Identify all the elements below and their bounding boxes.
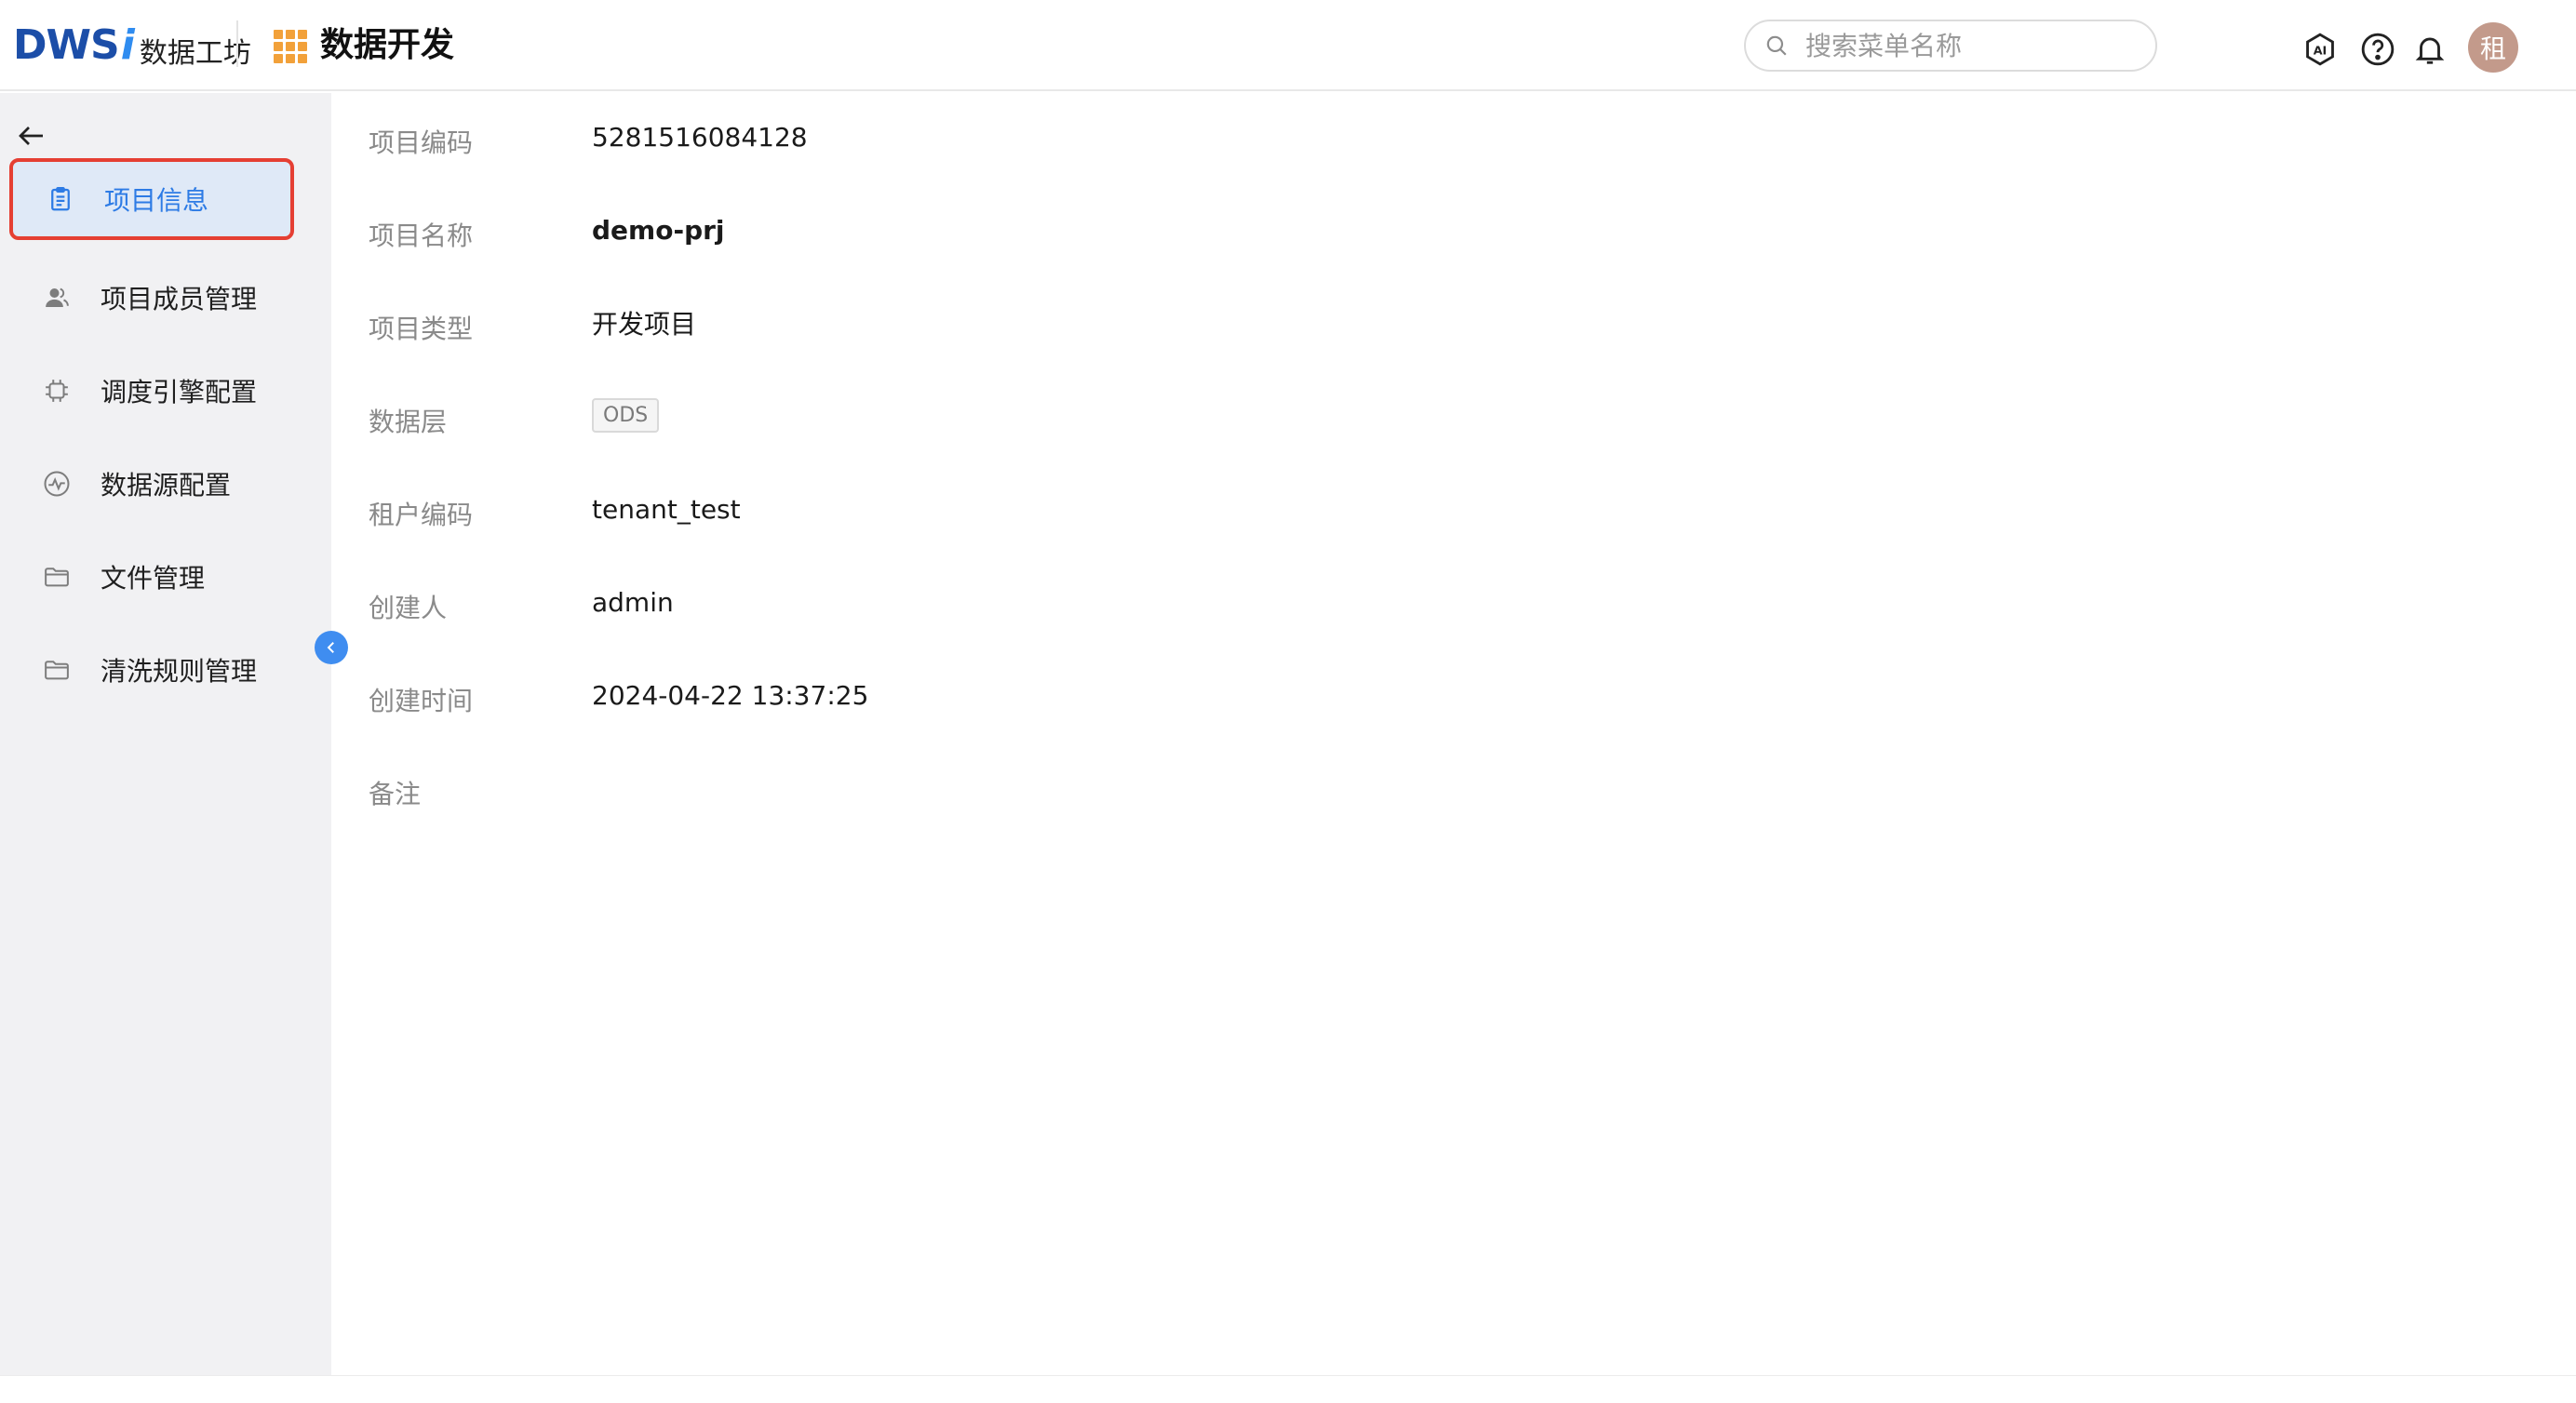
header-divider — [236, 20, 238, 67]
sidebar-item-scheduler[interactable]: 调度引擎配置 — [9, 350, 294, 432]
layer-tag: ODS — [592, 398, 660, 433]
logo-mark: DWS i — [13, 20, 135, 69]
field-label: 创建人 — [369, 593, 448, 623]
bottom-strip — [0, 1375, 2576, 1403]
chevron-left-icon — [327, 642, 334, 653]
sidebar-item-files[interactable]: 文件管理 — [9, 536, 294, 618]
logo-i: i — [120, 20, 135, 69]
field-value: ODS — [592, 397, 660, 433]
field-value: admin — [592, 586, 674, 618]
sidebar-item-label: 项目成员管理 — [101, 284, 258, 314]
sidebar-item-project-info[interactable]: 项目信息 — [9, 158, 294, 240]
logo-text: DWS — [13, 20, 120, 69]
module-title: 数据开发 — [320, 26, 455, 64]
avatar[interactable]: 租 — [2468, 22, 2518, 73]
ai-assistant-icon[interactable]: AI — [2302, 32, 2338, 67]
sidebar-item-label: 文件管理 — [101, 563, 206, 594]
user-icon — [46, 287, 69, 307]
svg-text:AI: AI — [2314, 44, 2328, 58]
sidebar: 项目信息 项目成员管理 调度引擎配置 数据源配置 文件管理 清洗规则管理 — [0, 93, 331, 1375]
field-value: 开发项目 — [592, 309, 697, 340]
clipboard-icon — [51, 187, 70, 211]
field-project-type: 项目类型 开发项目 — [369, 300, 696, 355]
field-value: 5281516084128 — [592, 121, 808, 153]
chip-icon — [46, 380, 68, 402]
field-data-layer: 数据层 ODS — [369, 393, 660, 448]
folder-icon — [45, 661, 69, 680]
project-info-panel: 项目编码 5281516084128 项目名称 demo-prj 项目类型 开发… — [331, 93, 2576, 1375]
sidebar-item-label: 项目信息 — [104, 185, 209, 216]
search-input[interactable] — [1804, 29, 2139, 62]
field-label: 备注 — [369, 779, 422, 809]
back-arrow-icon[interactable] — [15, 119, 48, 153]
search-icon — [1766, 35, 1787, 56]
field-label: 项目编码 — [369, 127, 474, 158]
field-project-code: 项目编码 5281516084128 — [369, 114, 808, 169]
sidebar-item-cleaning-rules[interactable]: 清洗规则管理 — [9, 629, 294, 711]
field-label: 创建时间 — [369, 686, 474, 716]
sidebar-item-label: 清洗规则管理 — [101, 656, 258, 687]
field-creator: 创建人 admin — [369, 579, 674, 635]
field-label: 项目名称 — [369, 220, 474, 251]
field-tenant-code: 租户编码 tenant_test — [369, 486, 741, 541]
menu-search[interactable] — [1744, 20, 2157, 72]
field-created-time: 创建时间 2024-04-22 13:37:25 — [369, 672, 868, 728]
logo-name: 数据工坊 — [139, 37, 251, 70]
apps-grid-icon[interactable] — [274, 30, 307, 63]
sidebar-item-members[interactable]: 项目成员管理 — [9, 257, 294, 339]
collapse-sidebar-button[interactable] — [315, 631, 348, 664]
field-value: 2024-04-22 13:37:25 — [592, 679, 869, 711]
field-value: demo-prj — [592, 214, 725, 246]
field-label: 租户编码 — [369, 500, 474, 530]
field-label: 数据层 — [369, 407, 448, 437]
bell-icon[interactable] — [2412, 32, 2448, 67]
field-value: tenant_test — [592, 493, 741, 525]
top-header: DWSi 数据工坊 数据开发 AI 租 — [0, 0, 2576, 91]
help-icon[interactable] — [2360, 32, 2395, 67]
app-logo[interactable]: DWS i 数据工坊 — [13, 19, 251, 71]
sidebar-item-label: 调度引擎配置 — [101, 377, 258, 408]
folder-icon — [45, 568, 69, 587]
field-note: 备注 — [369, 765, 592, 821]
field-project-name: 项目名称 demo-prj — [369, 207, 725, 262]
sidebar-item-label: 数据源配置 — [101, 470, 232, 501]
sidebar-item-datasource[interactable]: 数据源配置 — [9, 443, 294, 525]
field-label: 项目类型 — [369, 314, 474, 344]
pulse-icon — [44, 471, 70, 497]
